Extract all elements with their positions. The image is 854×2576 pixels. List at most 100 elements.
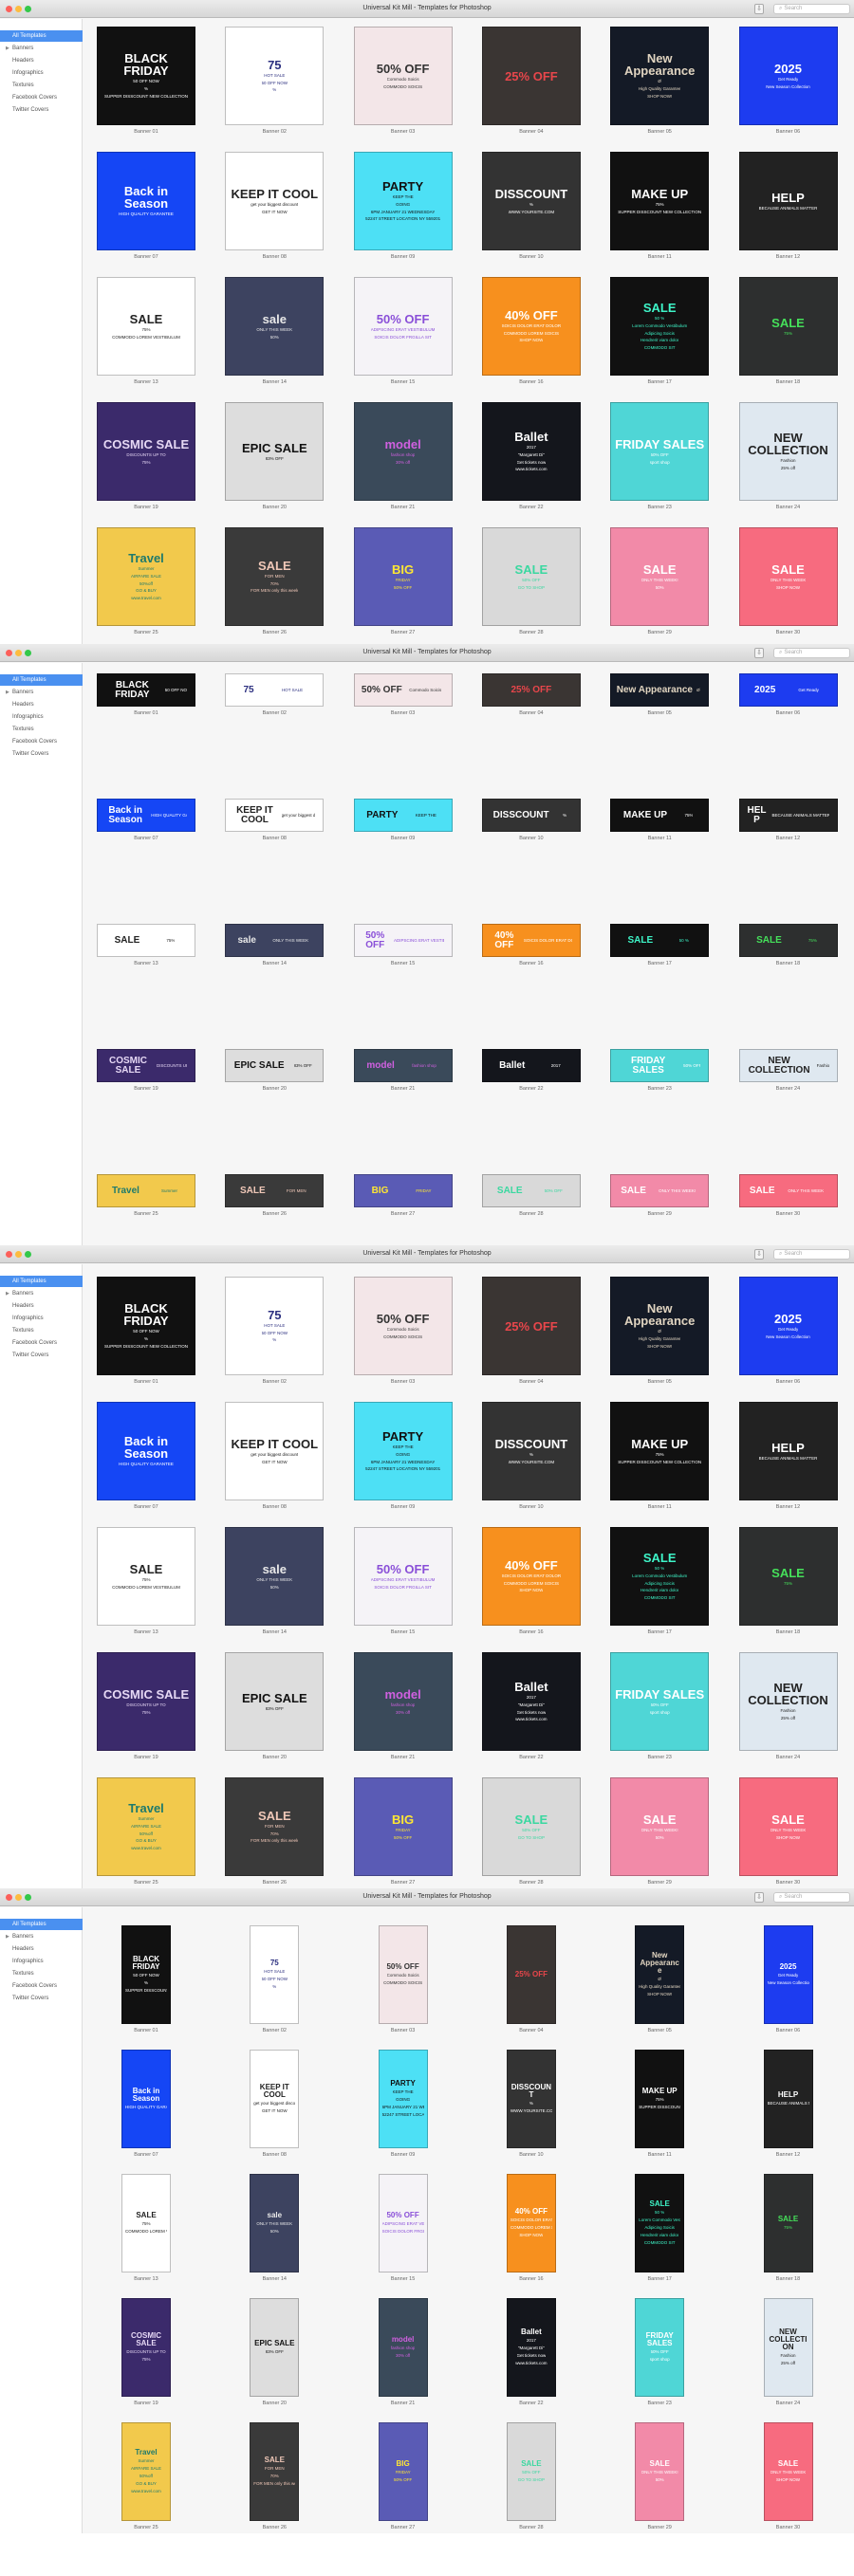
template-thumbnail[interactable]: BLACK FRIDAY 50 OFF NOW (97, 673, 195, 707)
template-thumbnail[interactable]: model fashion shop 30% off (353, 1652, 453, 1751)
template-thumbnail[interactable]: Travel Summer (97, 1174, 195, 1207)
sidebar-item-infographics[interactable]: Infographics (0, 1956, 83, 1967)
template-thumbnail[interactable]: Ballet 2017 (481, 1049, 581, 1082)
sidebar-item-twitter-covers[interactable]: Twitter Covers (0, 748, 83, 760)
template-thumbnail[interactable]: 25% OFF (506, 1925, 556, 2024)
template-thumbnail[interactable]: SALE50 %Lorem Commodo VestibulumAdipicin… (610, 1527, 710, 1626)
download-button[interactable]: ⇩ (754, 648, 764, 658)
template-thumbnail[interactable]: SALE 50 % (610, 924, 710, 957)
sidebar-item-textures[interactable]: Textures (0, 724, 83, 735)
template-thumbnail[interactable]: 25% OFF (481, 673, 581, 707)
template-thumbnail[interactable]: SALEFOR MEN 70%FOR MEN only this week (250, 2422, 300, 2521)
template-thumbnail[interactable]: COSMIC SALE DISCOUNTS UP TO (97, 1049, 195, 1082)
template-thumbnail[interactable]: 2025 Get Ready New Season Collection (738, 1277, 838, 1375)
template-thumbnail[interactable]: SALE ONLY THIS WEEK! (610, 1174, 710, 1207)
sidebar-item-all-templates[interactable]: All Templates (0, 674, 83, 686)
template-thumbnail[interactable]: SALE 75% (738, 1527, 838, 1626)
template-thumbnail[interactable]: DISSCOUNT% (481, 799, 581, 832)
sidebar-item-textures[interactable]: Textures (0, 1325, 83, 1336)
template-thumbnail[interactable]: DISSCOUNT% WWW.YOURSITE.COM (481, 152, 581, 250)
template-thumbnail[interactable]: SALE75% COMMODO LOREM VESTIBULUM (97, 277, 195, 376)
template-thumbnail[interactable]: NEW COLLECTION Fashion (738, 1049, 838, 1082)
disclosure-triangle-icon[interactable]: ▶ (6, 43, 9, 54)
sidebar-item-banners[interactable]: ▶ Banners (0, 1931, 83, 1942)
template-thumbnail[interactable]: SALE 50% OFF GO TO SHOP (481, 1777, 581, 1876)
template-thumbnail[interactable]: FRIDAY SALES 50% OFF (610, 1049, 710, 1082)
template-thumbnail[interactable]: Ballet 2017 "Margarett Di" Get tickets now w… (481, 402, 581, 501)
sidebar-item-twitter-covers[interactable]: Twitter Covers (0, 1993, 83, 2004)
template-thumbnail[interactable]: New Appearance Ø (610, 673, 710, 707)
sidebar-item-headers[interactable]: Headers (0, 1943, 83, 1955)
sidebar-item-headers[interactable]: Headers (0, 1300, 83, 1312)
template-thumbnail[interactable]: 25% OFF (481, 1277, 581, 1375)
sidebar-item-facebook-covers[interactable]: Facebook Covers (0, 1337, 83, 1349)
template-thumbnail[interactable]: SALE50 %Lorem Commodo VestibulumAdipicin… (635, 2174, 685, 2272)
disclosure-triangle-icon[interactable]: ▶ (6, 687, 9, 698)
template-thumbnail[interactable]: HELPBECAUSE ANIMALS MATTER (738, 1402, 838, 1500)
template-thumbnail[interactable]: KEEP IT COOLget your biggest discountGET… (250, 2050, 300, 2148)
template-thumbnail[interactable]: SALE 50% OFF GO TO SHOP (481, 527, 581, 626)
search-input[interactable]: ⌕ Search (773, 1892, 850, 1903)
template-thumbnail[interactable]: PARTYKEEP THE GOING 6PM JANUARY 21 WEDNESD… (353, 1402, 453, 1500)
disclosure-triangle-icon[interactable]: ▶ (6, 1931, 9, 1942)
template-thumbnail[interactable]: 40% OFF SOICIS DOLOR ERAT DOLOR (481, 924, 581, 957)
sidebar-item-facebook-covers[interactable]: Facebook Covers (0, 736, 83, 747)
template-thumbnail[interactable]: SALE50 %Lorem Commodo VestibulumAdipicin… (610, 277, 710, 376)
template-thumbnail[interactable]: MAKE UP75% SUPPER DISSCOUNT NEW COLLECTIO… (610, 1402, 710, 1500)
template-thumbnail[interactable]: EPIC SALE 83% OFF (250, 2298, 300, 2397)
sidebar-item-banners[interactable]: ▶ Banners (0, 687, 83, 698)
sidebar-item-textures[interactable]: Textures (0, 80, 83, 91)
template-thumbnail[interactable]: BLACK FRIDAY 50 OFF NOW% SUPPER DISSCOUNT … (97, 27, 195, 125)
sidebar-item-facebook-covers[interactable]: Facebook Covers (0, 1980, 83, 1992)
sidebar-item-twitter-covers[interactable]: Twitter Covers (0, 1350, 83, 1361)
template-thumbnail[interactable]: SALE75% COMMODO LOREM VESTIBULUM (97, 1527, 195, 1626)
template-thumbnail[interactable]: model fashion shop (353, 1049, 453, 1082)
template-thumbnail[interactable]: BIG FRIDAY 50% OFF (378, 2422, 428, 2521)
template-thumbnail[interactable]: model fashion shop 30% off (353, 402, 453, 501)
template-thumbnail[interactable]: MAKE UP 75% (610, 799, 710, 832)
template-thumbnail[interactable]: Travel Summer AIRFARE SALE 50%off GO & BUY ww… (97, 1777, 195, 1876)
template-thumbnail[interactable]: COSMIC SALE DISCOUNTS UP TO 75% (121, 2298, 171, 2397)
template-thumbnail[interactable]: sale ONLY THIS WEEK 50% (225, 1527, 325, 1626)
template-thumbnail[interactable]: model fashion shop 30% off (378, 2298, 428, 2397)
sidebar-item-all-templates[interactable]: All Templates (0, 1919, 83, 1930)
template-thumbnail[interactable]: FRIDAY SALES 50% OFF sport shop (610, 1652, 710, 1751)
template-thumbnail[interactable]: 50% OFF Commodo Soicis COMMODO SOICIS (353, 1277, 453, 1375)
template-thumbnail[interactable]: NEW COLLECTION Fashion 25% off (738, 1652, 838, 1751)
sidebar-item-all-templates[interactable]: All Templates (0, 30, 83, 42)
template-thumbnail[interactable]: BIG FRIDAY 50% OFF (353, 527, 453, 626)
sidebar-item-banners[interactable]: ▶ Banners (0, 43, 83, 54)
template-thumbnail[interactable]: 75 HOT SALE 50 OFF NOW% (225, 1277, 325, 1375)
template-thumbnail[interactable]: PARTYKEEP THE GOING 6PM JANUARY 21 WEDNESD… (353, 152, 453, 250)
template-thumbnail[interactable]: 75 HOT SALE 50 OFF NOW% (225, 27, 325, 125)
template-thumbnail[interactable]: FRIDAY SALES 50% OFF sport shop (610, 402, 710, 501)
template-thumbnail[interactable]: SALE ONLY THIS WEEK SHOP NOW (738, 527, 838, 626)
template-thumbnail[interactable]: New Appearance Ø High Quality Garantee SHOP… (610, 27, 710, 125)
download-button[interactable]: ⇩ (754, 1892, 764, 1903)
template-thumbnail[interactable]: Ballet 2017 "Margarett Di" Get tickets now w… (481, 1652, 581, 1751)
template-thumbnail[interactable]: 2025 Get Ready (738, 673, 838, 707)
search-input[interactable]: ⌕ Search (773, 4, 850, 14)
template-thumbnail[interactable]: 50% OFF Commodo Soicis COMMODO SOICIS (378, 1925, 428, 2024)
template-thumbnail[interactable]: 50% OFFADIPSCING ERAT VESTIBULUM SOICIS D… (353, 277, 453, 376)
template-thumbnail[interactable]: New Appearance Ø High Quality Garantee SHOP… (635, 1925, 685, 2024)
template-thumbnail[interactable]: 50% OFFADIPSCING ERAT VESTIBULUM SOICIS D… (378, 2174, 428, 2272)
template-thumbnail[interactable]: 50% OFF ADIPSCING ERAT VESTIBULUM (353, 924, 453, 957)
template-thumbnail[interactable]: SALE 50% OFF (481, 1174, 581, 1207)
sidebar-item-twitter-covers[interactable]: Twitter Covers (0, 104, 83, 116)
template-thumbnail[interactable]: 25% OFF (481, 27, 581, 125)
template-thumbnail[interactable]: SALE ONLY THIS WEEK! 50% (610, 527, 710, 626)
template-thumbnail[interactable]: 50% OFFADIPSCING ERAT VESTIBULUM SOICIS D… (353, 1527, 453, 1626)
template-thumbnail[interactable]: COSMIC SALE DISCOUNTS UP TO 75% (97, 402, 195, 501)
template-thumbnail[interactable]: Back in SeasonHIGH QUALITY GARANTEE (97, 1402, 195, 1500)
template-thumbnail[interactable]: BIG FRIDAY 50% OFF (353, 1777, 453, 1876)
template-thumbnail[interactable]: BIG FRIDAY (353, 1174, 453, 1207)
search-input[interactable]: ⌕ Search (773, 1249, 850, 1260)
template-thumbnail[interactable]: SALE 75% (97, 924, 195, 957)
template-thumbnail[interactable]: FRIDAY SALES 50% OFF sport shop (635, 2298, 685, 2397)
template-thumbnail[interactable]: SALE FOR MEN (225, 1174, 325, 1207)
template-thumbnail[interactable]: SALE 50% OFF GO TO SHOP (506, 2422, 556, 2521)
template-thumbnail[interactable]: SALE 75% (738, 924, 838, 957)
template-thumbnail[interactable]: DISSCOUNT% WWW.YOURSITE.COM (506, 2050, 556, 2148)
template-thumbnail[interactable]: sale ONLY THIS WEEK (225, 924, 325, 957)
